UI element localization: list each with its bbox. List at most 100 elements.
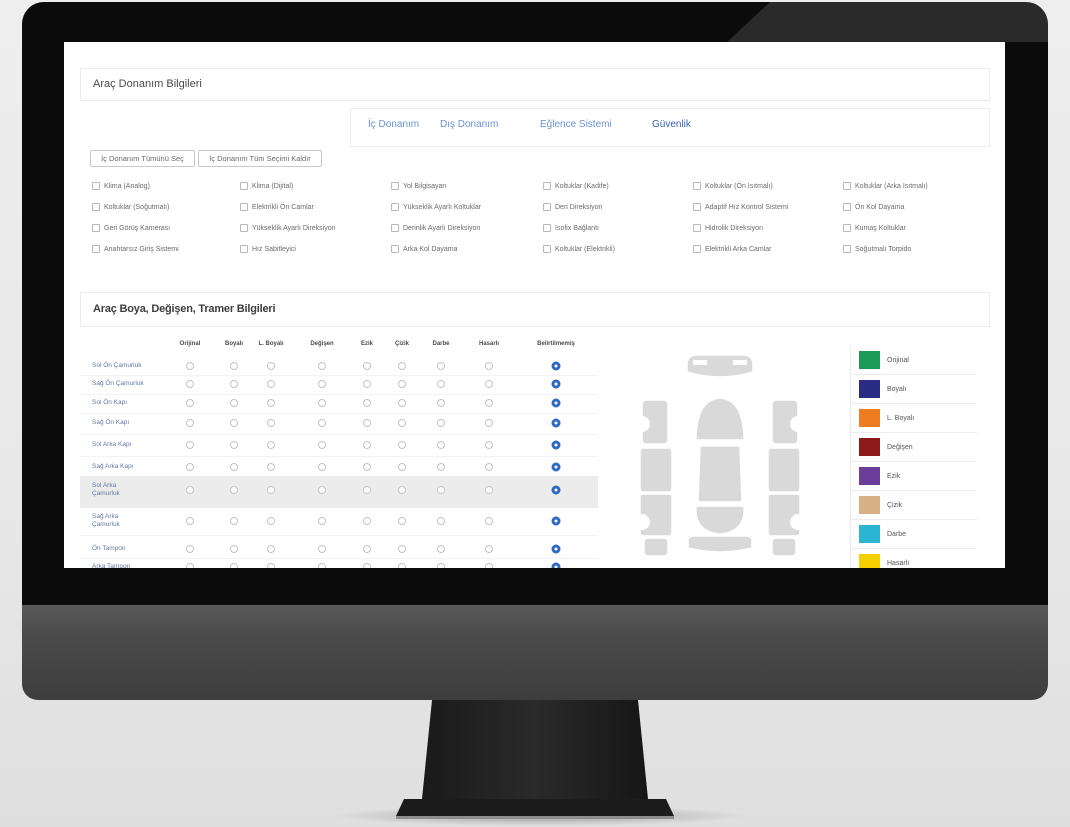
radio-l-boyali[interactable] — [267, 545, 275, 553]
checkbox[interactable] — [843, 182, 851, 190]
radio-hasarli[interactable] — [485, 517, 493, 525]
radio-darbe[interactable] — [437, 463, 445, 471]
equipment-option[interactable]: Koltuklar (Ön Isıtmalı) — [693, 182, 773, 190]
equipment-option[interactable]: Soğutmalı Torpido — [843, 245, 911, 253]
equipment-option[interactable]: Yükseklik Ayarlı Direksiyon — [240, 224, 336, 232]
equipment-option[interactable]: Isofix Bağlantı — [543, 224, 599, 232]
radio-belirtilmemis[interactable] — [551, 398, 561, 408]
checkbox[interactable] — [92, 224, 100, 232]
radio-l-boyali[interactable] — [267, 486, 275, 494]
checkbox[interactable] — [543, 245, 551, 253]
radio-boyali[interactable] — [230, 419, 238, 427]
radio-hasarli[interactable] — [485, 486, 493, 494]
equipment-option[interactable]: Koltuklar (Kadife) — [543, 182, 609, 190]
radio-cizik[interactable] — [398, 486, 406, 494]
radio-degisen[interactable] — [318, 563, 326, 568]
radio-darbe[interactable] — [437, 517, 445, 525]
radio-degisen[interactable] — [318, 545, 326, 553]
radio-l-boyali[interactable] — [267, 441, 275, 449]
radio-orijinal[interactable] — [186, 380, 194, 388]
equipment-option[interactable]: Hız Sabitleyici — [240, 245, 296, 253]
radio-belirtilmemis[interactable] — [551, 516, 561, 526]
checkbox[interactable] — [92, 245, 100, 253]
radio-degisen[interactable] — [318, 463, 326, 471]
equipment-option[interactable]: Anahtarsız Giriş Sistemi — [92, 245, 179, 253]
radio-boyali[interactable] — [230, 380, 238, 388]
radio-belirtilmemis[interactable] — [551, 462, 561, 472]
radio-degisen[interactable] — [318, 380, 326, 388]
radio-belirtilmemis[interactable] — [551, 485, 561, 495]
radio-hasarli[interactable] — [485, 380, 493, 388]
radio-hasarli[interactable] — [485, 563, 493, 568]
equipment-option[interactable]: Elektrikli Arka Camlar — [693, 245, 772, 253]
radio-cizik[interactable] — [398, 545, 406, 553]
checkbox[interactable] — [843, 245, 851, 253]
radio-boyali[interactable] — [230, 486, 238, 494]
radio-darbe[interactable] — [437, 399, 445, 407]
checkbox[interactable] — [543, 224, 551, 232]
radio-orijinal[interactable] — [186, 563, 194, 568]
radio-degisen[interactable] — [318, 441, 326, 449]
radio-orijinal[interactable] — [186, 486, 194, 494]
radio-l-boyali[interactable] — [267, 362, 275, 370]
equipment-option[interactable]: Koltuklar (Soğutmalı) — [92, 203, 169, 211]
checkbox[interactable] — [693, 245, 701, 253]
radio-l-boyali[interactable] — [267, 380, 275, 388]
checkbox[interactable] — [693, 182, 701, 190]
radio-cizik[interactable] — [398, 441, 406, 449]
equipment-option[interactable]: Yol Bilgisayarı — [391, 182, 447, 190]
radio-darbe[interactable] — [437, 545, 445, 553]
tab-eglence-sistemi[interactable]: Eğlence Sistemi — [540, 119, 612, 131]
radio-boyali[interactable] — [230, 545, 238, 553]
radio-degisen[interactable] — [318, 362, 326, 370]
radio-boyali[interactable] — [230, 563, 238, 568]
radio-darbe[interactable] — [437, 362, 445, 370]
radio-boyali[interactable] — [230, 517, 238, 525]
radio-l-boyali[interactable] — [267, 419, 275, 427]
radio-orijinal[interactable] — [186, 362, 194, 370]
tab-ic-donanim[interactable]: İç Donanım — [368, 119, 419, 131]
radio-ezik[interactable] — [363, 399, 371, 407]
radio-ezik[interactable] — [363, 545, 371, 553]
equipment-option[interactable]: Adaptif Hız Kontrol Sistemi — [693, 203, 788, 211]
checkbox[interactable] — [693, 203, 701, 211]
equipment-option[interactable]: Koltuklar (Elektrikli) — [543, 245, 615, 253]
radio-darbe[interactable] — [437, 486, 445, 494]
radio-cizik[interactable] — [398, 399, 406, 407]
equipment-option[interactable]: Deri Direksiyon — [543, 203, 602, 211]
checkbox[interactable] — [240, 203, 248, 211]
radio-orijinal[interactable] — [186, 419, 194, 427]
radio-darbe[interactable] — [437, 563, 445, 568]
checkbox[interactable] — [843, 203, 851, 211]
equipment-option[interactable]: Hidrolik Direksiyon — [693, 224, 763, 232]
radio-hasarli[interactable] — [485, 362, 493, 370]
radio-degisen[interactable] — [318, 486, 326, 494]
radio-hasarli[interactable] — [485, 463, 493, 471]
radio-orijinal[interactable] — [186, 517, 194, 525]
checkbox[interactable] — [391, 182, 399, 190]
radio-belirtilmemis[interactable] — [551, 544, 561, 554]
radio-hasarli[interactable] — [485, 441, 493, 449]
equipment-option[interactable]: Kumaş Koltuklar — [843, 224, 906, 232]
radio-cizik[interactable] — [398, 380, 406, 388]
radio-degisen[interactable] — [318, 419, 326, 427]
radio-degisen[interactable] — [318, 399, 326, 407]
radio-belirtilmemis[interactable] — [551, 440, 561, 450]
radio-ezik[interactable] — [363, 380, 371, 388]
radio-hasarli[interactable] — [485, 399, 493, 407]
checkbox[interactable] — [240, 224, 248, 232]
radio-boyali[interactable] — [230, 441, 238, 449]
radio-ezik[interactable] — [363, 362, 371, 370]
radio-boyali[interactable] — [230, 362, 238, 370]
equipment-option[interactable]: Arka Kol Dayama — [391, 245, 457, 253]
radio-belirtilmemis[interactable] — [551, 361, 561, 371]
radio-ezik[interactable] — [363, 441, 371, 449]
checkbox[interactable] — [240, 245, 248, 253]
select-all-button[interactable]: İç Donanım Tümünü Seç — [90, 150, 195, 167]
radio-belirtilmemis[interactable] — [551, 562, 561, 568]
radio-l-boyali[interactable] — [267, 399, 275, 407]
radio-boyali[interactable] — [230, 463, 238, 471]
radio-orijinal[interactable] — [186, 441, 194, 449]
radio-l-boyali[interactable] — [267, 563, 275, 568]
radio-orijinal[interactable] — [186, 463, 194, 471]
